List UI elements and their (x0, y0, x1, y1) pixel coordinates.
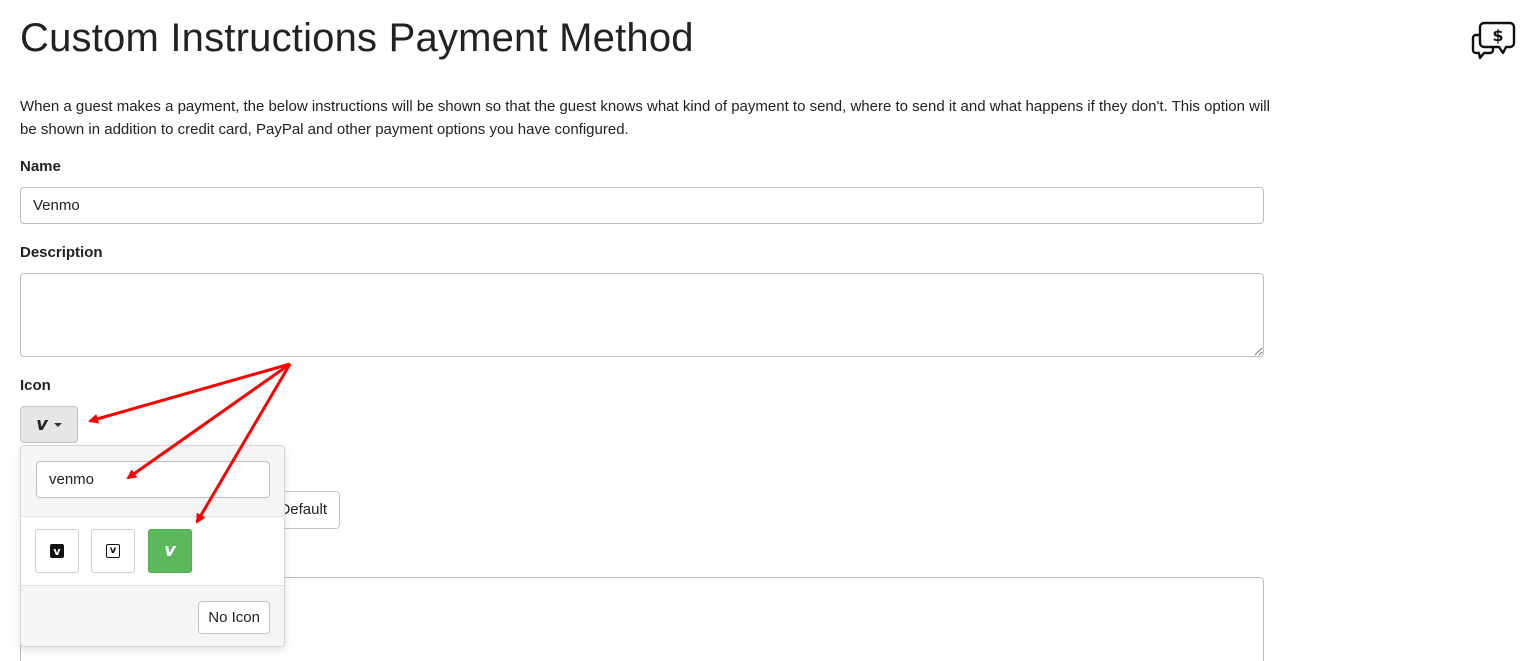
icon-option-venmo-v-selected[interactable]: v (148, 529, 192, 573)
icon-option-venmo-square-solid[interactable]: v (35, 529, 79, 573)
payment-method-page: Custom Instructions Payment Method $ Whe… (0, 0, 1525, 661)
no-icon-button[interactable]: No Icon (198, 601, 270, 634)
arrow-to-icon-button (88, 362, 291, 424)
description-label: Description (20, 244, 103, 261)
name-input[interactable] (20, 187, 1264, 224)
icon-label: Icon (20, 377, 51, 394)
intro-text: When a guest makes a payment, the below … (20, 98, 1270, 138)
icon-search-panel (21, 446, 284, 517)
icon-search-input[interactable] (36, 461, 270, 498)
description-textarea[interactable] (20, 273, 1264, 357)
svg-text:$: $ (1492, 26, 1503, 45)
page-title: Custom Instructions Payment Method (20, 16, 694, 60)
icon-results: v v v (21, 517, 284, 585)
icon-option-venmo-square-outline[interactable]: v (91, 529, 135, 573)
venmo-square-outline-icon: v (106, 544, 120, 558)
venmo-v-icon: v (36, 413, 48, 435)
venmo-square-solid-icon: v (50, 544, 64, 558)
venmo-v-icon: v (164, 540, 176, 561)
caret-down-icon (53, 422, 62, 427)
payment-chat-icon[interactable]: $ (1470, 14, 1518, 62)
icon-dropdown-footer: No Icon (21, 585, 284, 646)
icon-dropdown: v v v No Icon (20, 445, 285, 647)
icon-picker-button[interactable]: v (20, 406, 78, 443)
name-label: Name (20, 158, 61, 175)
